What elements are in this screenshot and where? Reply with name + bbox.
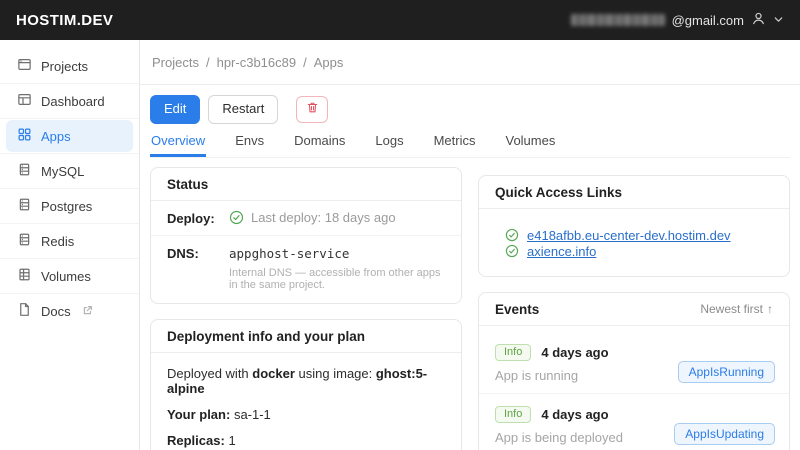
events-card: Events Newest first ↑ Info 4 days ago Ap… xyxy=(478,291,790,450)
tab-envs[interactable]: Envs xyxy=(234,126,265,157)
left-column: Status Deploy: Last deploy: 18 days ago … xyxy=(150,166,462,450)
info-badge: Info xyxy=(495,405,532,423)
topbar: HOSTIM.DEV @gmail.com xyxy=(0,0,800,40)
event-row: Info 4 days ago App is running AppIsRunn… xyxy=(479,332,789,394)
redacted-email xyxy=(570,14,665,26)
tab-logs[interactable]: Logs xyxy=(374,126,404,157)
breadcrumb-separator: / xyxy=(303,55,307,70)
sidebar: Projects Dashboard Apps MySQL Postgres R… xyxy=(0,40,140,450)
sort-toggle[interactable]: Newest first ↑ xyxy=(700,302,773,316)
sidebar-divider xyxy=(0,223,139,224)
breadcrumb-current-apps: Apps xyxy=(313,55,344,70)
sidebar-divider xyxy=(0,153,139,154)
tab-metrics[interactable]: Metrics xyxy=(433,126,477,157)
plan-row: Replicas: 1 xyxy=(167,432,236,448)
breadcrumb-separator: / xyxy=(205,55,210,70)
sidebar-divider xyxy=(0,293,139,294)
event-message: App is being deployed xyxy=(495,429,623,445)
tab-overview[interactable]: Overview xyxy=(150,126,207,157)
deployment-card-title: Deployment info and your plan xyxy=(151,320,461,353)
sidebar-item-volumes[interactable]: Volumes xyxy=(6,260,133,292)
restart-button[interactable]: Restart xyxy=(208,95,279,124)
event-time: 4 days ago xyxy=(541,406,609,422)
dns-value: appghost-service xyxy=(229,245,350,261)
quick-link-row: e418afbb.eu-center-dev.hostim.dev xyxy=(505,228,773,243)
deploy-label: Deploy: xyxy=(167,210,215,226)
quick-links-title: Quick Access Links xyxy=(479,176,789,209)
dns-note: Internal DNS — accessible from other app… xyxy=(229,266,441,291)
docs-icon xyxy=(17,302,32,320)
app-logo: HOSTIM.DEV xyxy=(16,11,114,29)
apps-grid-icon xyxy=(17,127,32,145)
delete-button[interactable] xyxy=(296,95,329,123)
sidebar-item-projects[interactable]: Projects xyxy=(6,50,133,82)
volumes-icon xyxy=(17,267,32,285)
breadcrumb-projects[interactable]: Projects xyxy=(152,55,199,70)
check-circle-icon xyxy=(229,210,244,225)
email-suffix: @gmail.com xyxy=(671,12,744,28)
database-icon xyxy=(17,162,32,180)
quick-link[interactable]: e418afbb.eu-center-dev.hostim.dev xyxy=(527,228,731,243)
right-column: Quick Access Links e418afbb.eu-center-de… xyxy=(478,174,790,450)
sidebar-divider xyxy=(0,258,139,259)
event-time: 4 days ago xyxy=(541,344,609,360)
deployed-with-line: Deployed with docker using image: ghost:… xyxy=(167,365,428,396)
sidebar-item-mysql[interactable]: MySQL xyxy=(6,155,133,187)
database-icon xyxy=(17,232,32,250)
edit-button[interactable]: Edit xyxy=(150,95,201,124)
breadcrumb: Projects / hpr-c3b16c89 / Apps xyxy=(140,40,800,85)
deploy-row: Deploy: Last deploy: 18 days ago xyxy=(151,201,461,236)
action-bar: Edit Restart xyxy=(150,95,790,124)
sidebar-item-redis[interactable]: Redis xyxy=(6,225,133,257)
check-circle-icon xyxy=(505,228,519,242)
sidebar-divider xyxy=(0,188,139,189)
dns-label: DNS: xyxy=(167,245,199,261)
database-icon xyxy=(17,197,32,215)
event-message: App is running xyxy=(495,367,579,383)
quick-links-card: Quick Access Links e418afbb.eu-center-de… xyxy=(478,174,790,277)
dashboard-icon xyxy=(17,92,32,110)
info-badge: Info xyxy=(495,343,532,361)
projects-icon xyxy=(17,57,32,75)
events-title: Events xyxy=(495,301,540,317)
sidebar-item-apps[interactable]: Apps xyxy=(6,120,133,152)
user-menu[interactable]: @gmail.com xyxy=(570,11,784,29)
plan-row: Your plan: sa-1-1 xyxy=(167,406,271,422)
tab-bar: Overview Envs Domains Logs Metrics Volum… xyxy=(150,126,790,158)
event-row: Info 4 days ago App is being deployed Ap… xyxy=(479,394,789,450)
sidebar-item-postgres[interactable]: Postgres xyxy=(6,190,133,222)
sidebar-divider xyxy=(0,83,139,84)
sidebar-item-dashboard[interactable]: Dashboard xyxy=(6,85,133,117)
arrow-up-icon: ↑ xyxy=(767,302,773,317)
sidebar-item-docs[interactable]: Docs xyxy=(6,295,133,327)
event-type-badge: AppIsUpdating xyxy=(674,422,775,445)
trash-icon xyxy=(306,101,319,118)
check-circle-icon xyxy=(505,244,519,258)
sidebar-divider xyxy=(0,118,139,119)
main-content: Projects / hpr-c3b16c89 / Apps Edit Rest… xyxy=(140,40,800,450)
deploy-status-text: Last deploy: 18 days ago xyxy=(251,209,396,225)
dns-row: DNS: appghost-service Internal DNS — acc… xyxy=(151,236,461,303)
external-link-icon xyxy=(80,304,93,319)
deployment-card: Deployment info and your plan Deployed w… xyxy=(150,318,462,450)
status-card: Status Deploy: Last deploy: 18 days ago … xyxy=(150,166,462,304)
status-card-title: Status xyxy=(151,168,461,201)
breadcrumb-project-id[interactable]: hpr-c3b16c89 xyxy=(217,55,297,70)
chevron-down-icon xyxy=(773,13,784,28)
quick-link-row: axience.info xyxy=(505,244,773,259)
tab-volumes[interactable]: Volumes xyxy=(504,126,556,157)
quick-link[interactable]: axience.info xyxy=(527,244,596,259)
user-icon xyxy=(751,11,766,29)
tab-domains[interactable]: Domains xyxy=(293,126,346,157)
event-type-badge: AppIsRunning xyxy=(677,360,775,383)
